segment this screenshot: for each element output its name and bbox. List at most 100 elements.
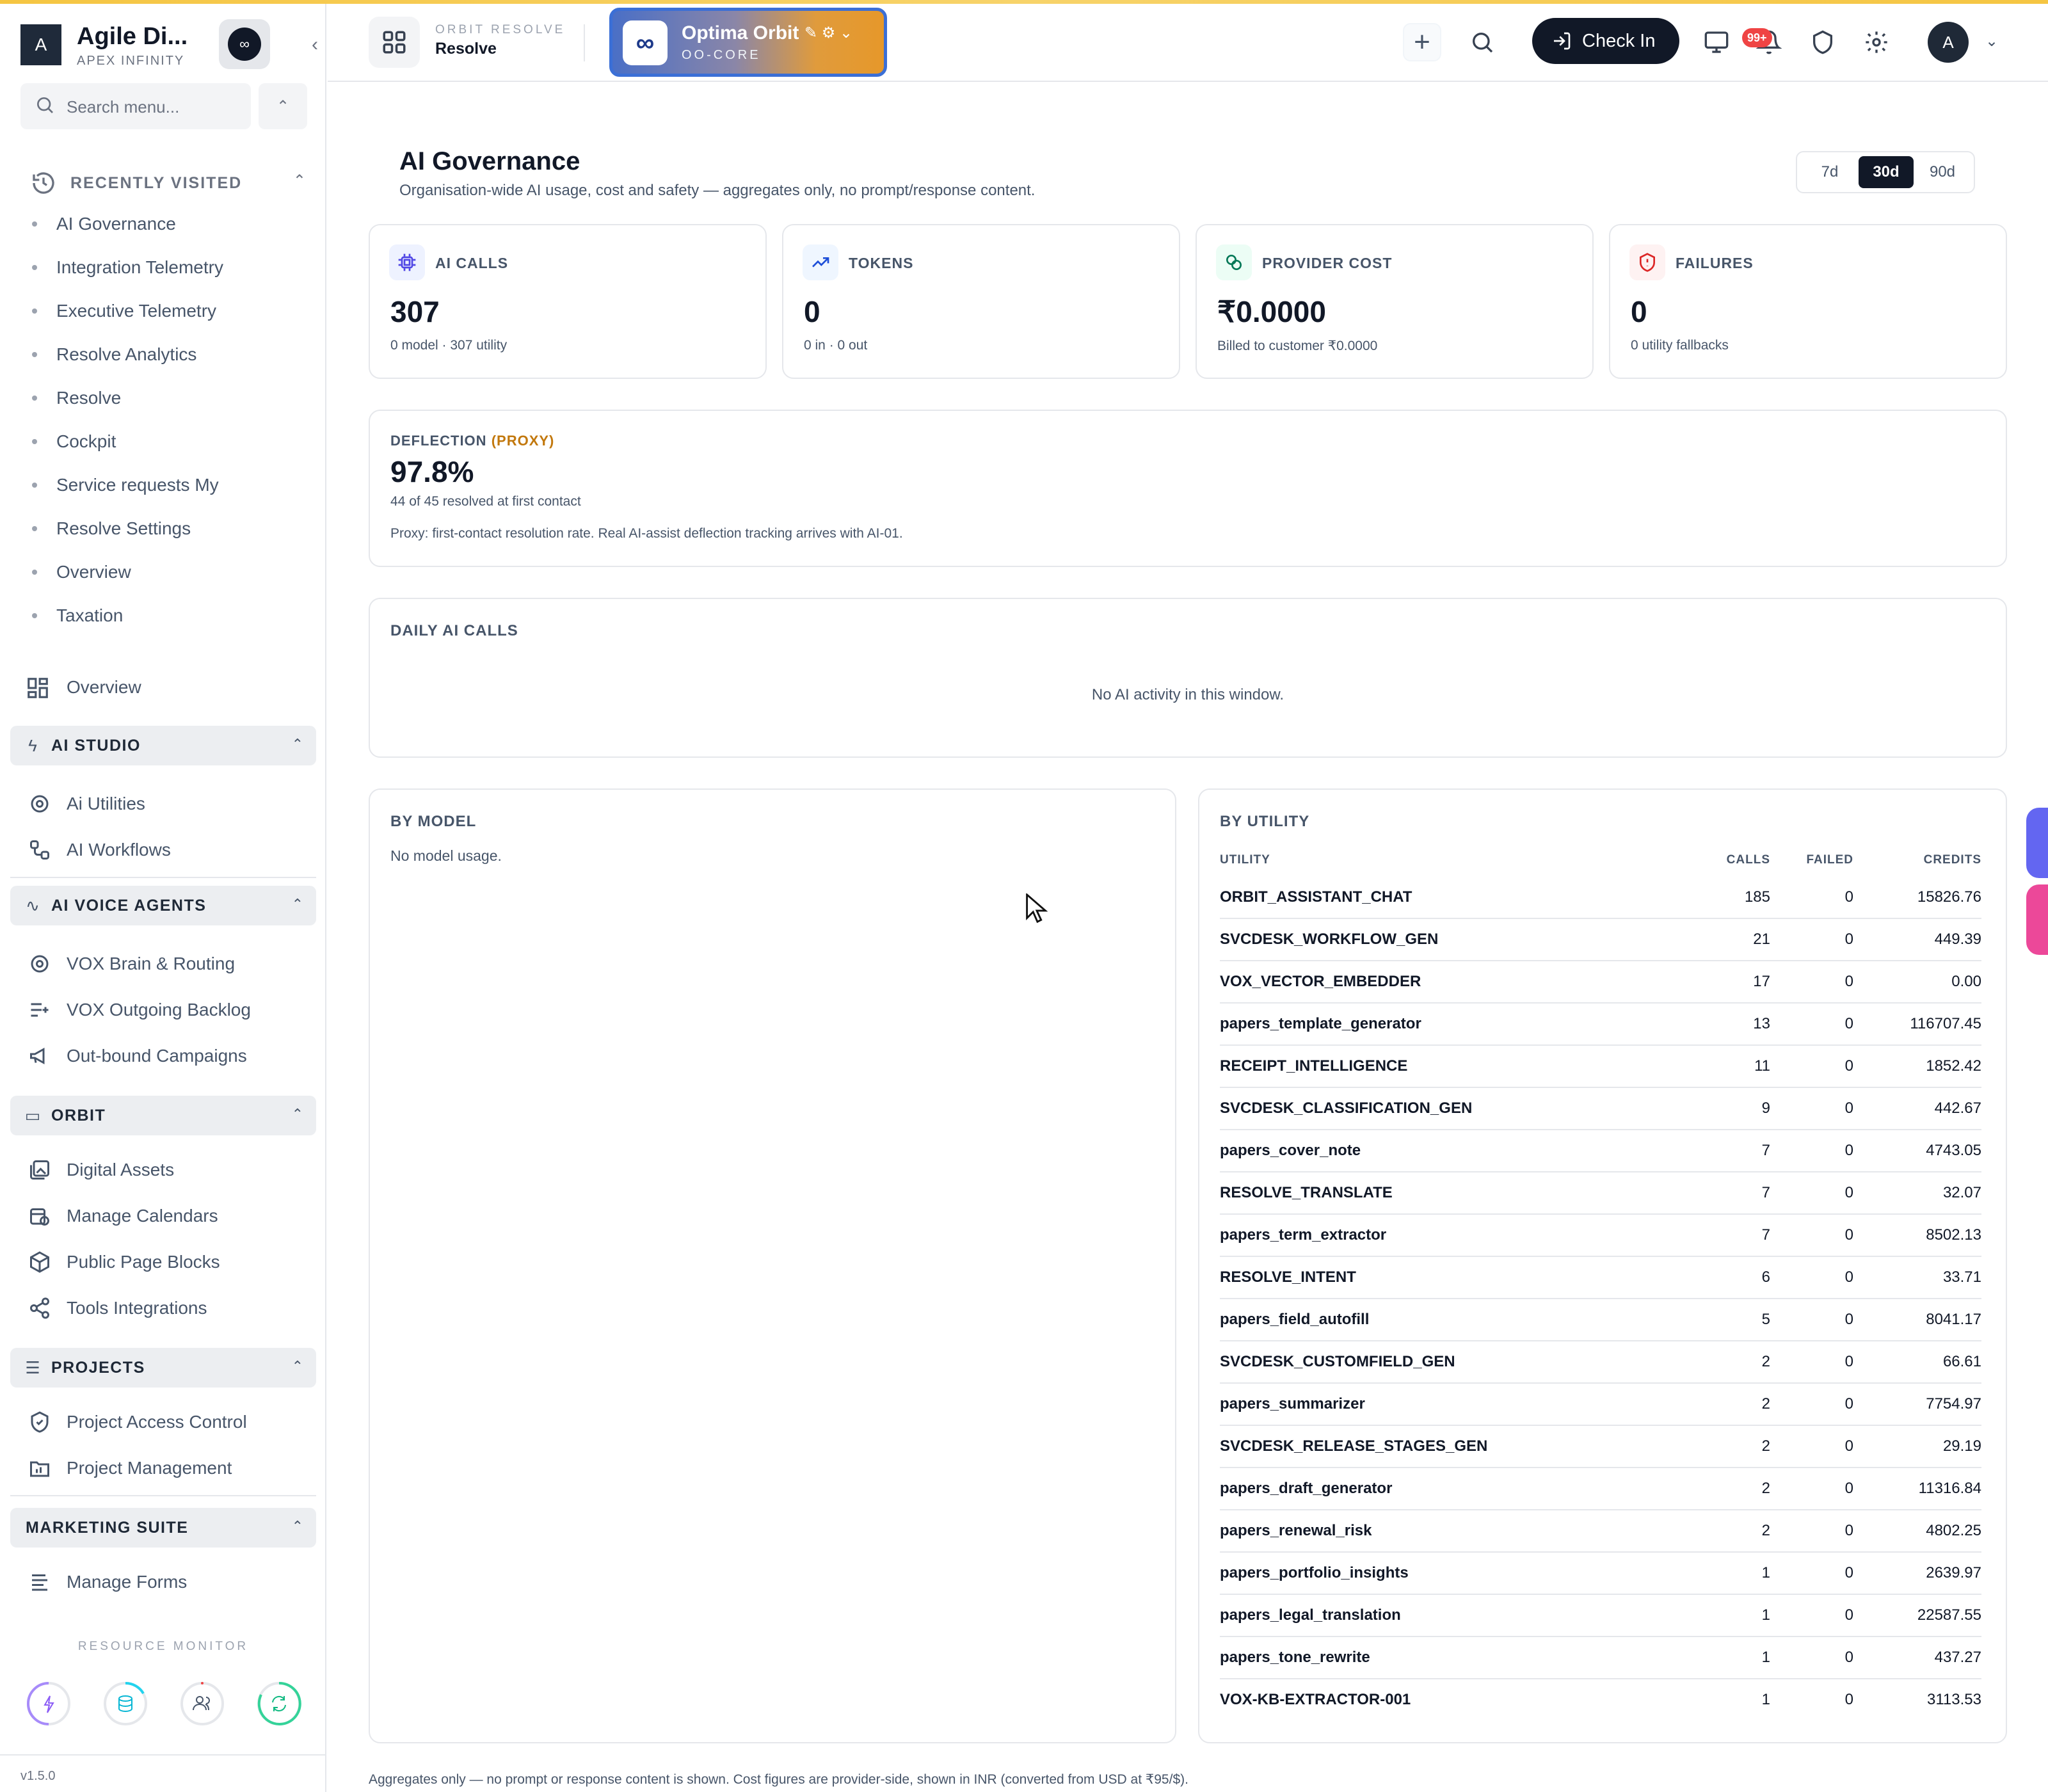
sidebar-item-tools-integrations[interactable]: Tools Integrations [28,1290,310,1326]
chevron-up-icon[interactable]: ⌃ [292,1518,303,1535]
sidebar-item-public-page-blocks[interactable]: Public Page Blocks [28,1244,310,1280]
chevron-down-icon[interactable]: ⌄ [1985,32,1998,51]
range-30d[interactable]: 30d [1859,156,1914,188]
recent-item[interactable]: Taxation [32,600,307,644]
utility-name-cell: papers_portfolio_insights [1220,1564,1409,1581]
col-calls[interactable]: CALLS [1727,844,1770,877]
chevron-up-icon[interactable]: ⌃ [292,1106,303,1123]
chevron-up-icon[interactable]: ⌃ [292,1358,303,1375]
chevron-up-icon[interactable]: ⌃ [293,172,306,190]
gear-icon[interactable]: ⚙ [822,24,836,42]
table-row[interactable]: papers_field_autofill 5 0 8041.17 [1220,1299,1981,1341]
recent-item[interactable]: Overview [32,557,307,600]
table-row[interactable]: papers_template_generator 13 0 116707.45 [1220,1004,1981,1046]
section-ai-studio[interactable]: ϟ AI STUDIO ⌃ [10,726,316,765]
credits-cell: 2639.97 [1926,1564,1981,1581]
database-icon[interactable] [102,1681,148,1727]
sidebar-item-manage-forms[interactable]: Manage Forms [28,1564,310,1600]
col-credits[interactable]: CREDITS [1924,844,1981,877]
table-row[interactable]: papers_term_extractor 7 0 8502.13 [1220,1215,1981,1257]
table-row[interactable]: papers_summarizer 2 0 7754.97 [1220,1384,1981,1426]
brand: A Agile Di... APEX INFINITY ∞ ‹ [20,19,318,70]
floating-assistant-tab[interactable] [2026,808,2048,878]
sidebar-item-project-management[interactable]: Project Management [28,1450,310,1486]
recent-item[interactable]: Service requests My [32,470,307,513]
org-tools: ✎ ⚙ ⌄ [804,24,852,42]
chevron-down-icon[interactable]: ⌄ [840,24,852,42]
monitor-icon [1704,31,1729,53]
display-button[interactable] [1697,23,1736,61]
collapse-sidebar-icon[interactable]: ‹ [302,32,328,58]
table-row[interactable]: SVCDESK_CUSTOMFIELD_GEN 2 0 66.61 [1220,1341,1981,1384]
sidebar-item-manage-calendars[interactable]: Manage Calendars [28,1198,310,1234]
col-failed[interactable]: FAILED [1806,844,1853,877]
section-orbit[interactable]: ▭ ORBIT ⌃ [10,1096,316,1135]
edit-icon[interactable]: ✎ [804,24,817,42]
table-row[interactable]: RESOLVE_TRANSLATE 7 0 32.07 [1220,1172,1981,1215]
sidebar-search[interactable]: Search menu... [20,83,251,129]
recently-visited-header[interactable]: RECENTLY VISITED ⌃ [31,168,306,200]
add-button[interactable]: + [1403,23,1441,61]
section-projects[interactable]: ☰ PROJECTS ⌃ [10,1348,316,1388]
sidebar-item-ai-workflows[interactable]: AI Workflows [28,832,310,868]
sidebar-item-ai-utilities[interactable]: Ai Utilities [28,786,310,822]
credits-cell: 116707.45 [1910,1015,1981,1032]
table-row[interactable]: VOX_VECTOR_EMBEDDER 17 0 0.00 [1220,961,1981,1004]
sidebar-item-project-access-control[interactable]: Project Access Control [28,1404,310,1440]
sidebar-item-label: Project Management [67,1458,232,1478]
range-90d[interactable]: 90d [1915,156,1970,188]
brand-avatar[interactable]: A [20,24,61,65]
chevron-up-icon[interactable]: ⌃ [292,896,303,913]
by-model-card: BY MODEL No model usage. [369,788,1176,1743]
section-marketing-suite[interactable]: MARKETING SUITE ⌃ [10,1508,316,1548]
search-input[interactable]: Search menu... [67,97,179,117]
users-icon[interactable] [179,1681,225,1727]
recent-item[interactable]: Resolve Settings [32,513,307,557]
table-row[interactable]: ORBIT_ASSISTANT_CHAT 185 0 15826.76 [1220,877,1981,919]
org-switcher[interactable]: ∞ Optima Orbit OO-CORE ✎ ⚙ ⌄ [609,8,887,77]
refresh-icon[interactable] [256,1681,302,1727]
chevron-up-icon[interactable]: ⌃ [259,83,307,129]
table-row[interactable]: RESOLVE_INTENT 6 0 33.71 [1220,1257,1981,1299]
recent-item-label: Cockpit [56,431,116,451]
range-7d[interactable]: 7d [1802,156,1857,188]
sidebar-item-outbound-campaigns[interactable]: Out-bound Campaigns [28,1038,310,1074]
app-switcher-button[interactable] [369,17,420,68]
recent-item[interactable]: Resolve Analytics [32,339,307,383]
recent-item[interactable]: Integration Telemetry [32,252,307,296]
check-in-button[interactable]: Check In [1532,18,1679,64]
table-row[interactable]: SVCDESK_WORKFLOW_GEN 21 0 449.39 [1220,919,1981,961]
section-ai-voice-agents[interactable]: ∿ AI VOICE AGENTS ⌃ [10,886,316,925]
table-row[interactable]: papers_cover_note 7 0 4743.05 [1220,1130,1981,1172]
table-row[interactable]: papers_tone_rewrite 1 0 437.27 [1220,1637,1981,1679]
table-row[interactable]: papers_portfolio_insights 1 0 2639.97 [1220,1553,1981,1595]
table-row[interactable]: SVCDESK_CLASSIFICATION_GEN 9 0 442.67 [1220,1088,1981,1130]
table-header: UTILITY CALLS FAILED CREDITS [1220,844,1981,877]
col-utility[interactable]: UTILITY [1220,844,1270,877]
table-row[interactable]: VOX-KB-EXTRACTOR-001 1 0 3113.53 [1220,1679,1981,1722]
stat-label: AI CALLS [435,255,509,271]
table-row[interactable]: papers_legal_translation 1 0 22587.55 [1220,1595,1981,1637]
recent-item[interactable]: Executive Telemetry [32,296,307,339]
floating-feedback-tab[interactable] [2026,884,2048,955]
user-avatar[interactable]: A [1928,22,1969,63]
chevron-up-icon[interactable]: ⌃ [292,736,303,753]
security-button[interactable] [1804,23,1842,61]
table-row[interactable]: RECEIPT_INTELLIGENCE 11 0 1852.42 [1220,1046,1981,1088]
bolt-icon[interactable] [26,1681,72,1727]
org-logo-button[interactable]: ∞ [219,19,270,69]
sidebar-item-vox-outgoing[interactable]: VOX Outgoing Backlog [28,992,310,1028]
table-row[interactable]: papers_draft_generator 2 0 11316.84 [1220,1468,1981,1510]
sidebar-item-digital-assets[interactable]: Digital Assets [28,1152,310,1188]
sidebar-item-vox-brain[interactable]: VOX Brain & Routing [28,946,310,982]
stat-card-tokens: TOKENS 0 0 in · 0 out [782,224,1180,379]
table-row[interactable]: SVCDESK_RELEASE_STAGES_GEN 2 0 29.19 [1220,1426,1981,1468]
calls-cell: 2 [1761,1522,1770,1539]
recent-item[interactable]: AI Governance [32,209,307,252]
settings-button[interactable] [1857,23,1896,61]
search-button[interactable] [1463,23,1501,61]
sidebar-item-overview[interactable]: Overview [26,672,307,704]
table-row[interactable]: papers_renewal_risk 2 0 4802.25 [1220,1510,1981,1553]
recent-item[interactable]: Cockpit [32,426,307,470]
recent-item[interactable]: Resolve [32,383,307,426]
